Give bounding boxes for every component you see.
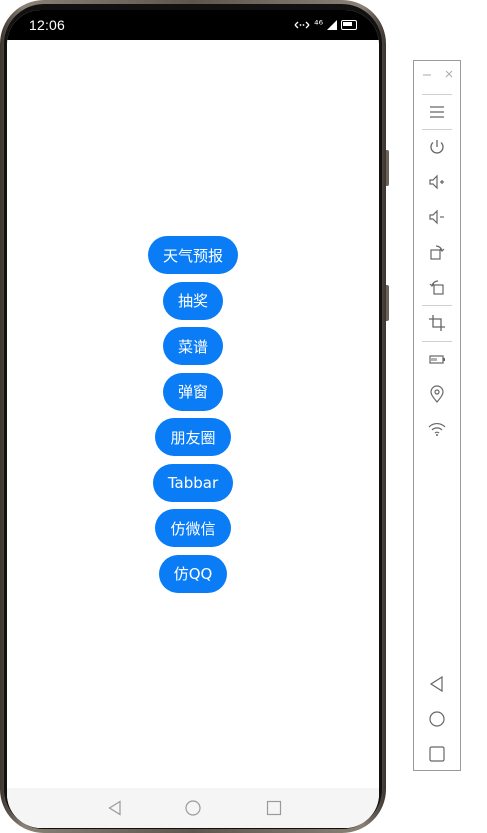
wechat-clone-button[interactable]: 仿微信	[155, 509, 231, 547]
crop-icon[interactable]	[427, 313, 447, 333]
volume-up-icon[interactable]	[427, 172, 447, 192]
weather-button[interactable]: 天气预报	[147, 236, 238, 274]
home-icon[interactable]	[185, 800, 201, 816]
tabbar-button[interactable]: Tabbar	[152, 463, 234, 502]
qq-clone-button[interactable]: 仿QQ	[158, 554, 228, 593]
status-icons: ⁴⁶	[294, 18, 357, 31]
home-icon[interactable]	[427, 709, 447, 729]
location-icon[interactable]	[427, 384, 447, 404]
window-controls	[414, 69, 460, 83]
signal-label: ⁴⁶	[314, 18, 323, 31]
moments-button[interactable]: 朋友圈	[155, 418, 231, 456]
toolbar-divider	[422, 94, 452, 95]
toolbar-divider	[422, 129, 452, 130]
back-icon[interactable]	[427, 674, 447, 694]
recipe-button[interactable]: 菜谱	[162, 327, 223, 365]
toolbar-divider	[422, 305, 452, 306]
rotate-right-icon[interactable]	[427, 242, 447, 262]
status-bar: 12:06 ⁴⁶	[7, 10, 379, 40]
back-icon[interactable]	[107, 800, 123, 816]
power-icon[interactable]	[427, 137, 447, 157]
close-icon[interactable]	[444, 69, 454, 81]
lottery-button[interactable]: 抽奖	[162, 281, 223, 320]
toolbar-divider	[422, 341, 452, 342]
emulator-toolbar	[413, 60, 461, 771]
popup-button[interactable]: 弹窗	[162, 372, 223, 411]
battery-icon	[341, 19, 357, 30]
network-icon	[294, 20, 310, 30]
navigation-bar	[7, 788, 379, 828]
phone-frame: 12:06 ⁴⁶ 天气预报 抽奖 菜谱 弹窗 朋友圈 Tabbar 仿微信 仿Q…	[0, 0, 389, 833]
minimize-icon[interactable]	[422, 69, 432, 81]
overview-icon[interactable]	[427, 744, 447, 764]
volume-hardware-button	[386, 150, 389, 186]
volume-down-icon[interactable]	[427, 207, 447, 227]
power-hardware-button	[386, 285, 389, 321]
signal-icon	[327, 19, 337, 30]
menu-icon[interactable]	[427, 102, 447, 122]
rotate-left-icon[interactable]	[427, 277, 447, 297]
battery-icon[interactable]	[427, 349, 447, 369]
button-list: 天气预报 抽奖 菜谱 弹窗 朋友圈 Tabbar 仿微信 仿QQ	[7, 236, 379, 600]
wifi-icon[interactable]	[427, 419, 447, 439]
phone-screen: 12:06 ⁴⁶ 天气预报 抽奖 菜谱 弹窗 朋友圈 Tabbar 仿微信 仿Q…	[7, 10, 379, 828]
status-time: 12:06	[29, 17, 66, 33]
recent-apps-icon[interactable]	[266, 800, 282, 816]
